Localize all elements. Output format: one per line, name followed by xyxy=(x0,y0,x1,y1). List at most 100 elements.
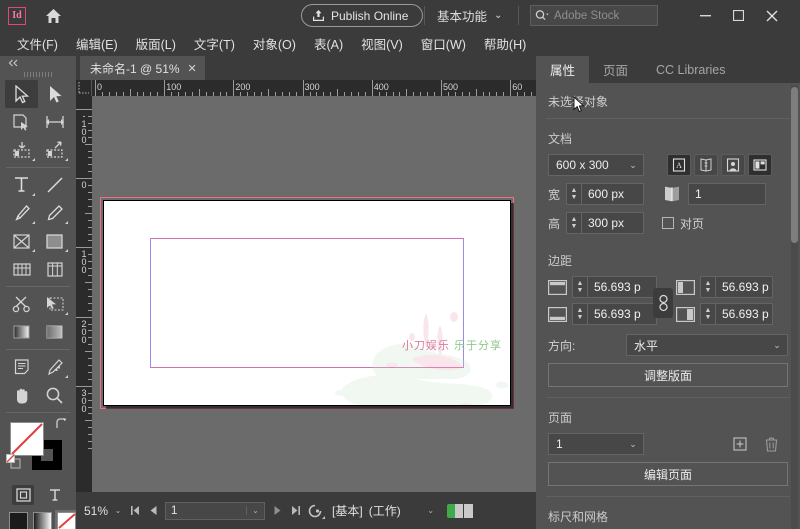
menu-layout[interactable]: 版面(L) xyxy=(127,31,185,56)
document-preset-dropdown[interactable]: 600 x 300 ⌄ xyxy=(548,154,644,176)
height-input[interactable]: 300 px xyxy=(581,212,644,234)
edit-pages-button[interactable]: 编辑页面 xyxy=(548,462,788,486)
width-stepper[interactable]: ▲▼ xyxy=(566,183,581,205)
menu-edit[interactable]: 编辑(E) xyxy=(67,31,127,56)
next-page-icon[interactable] xyxy=(268,499,286,523)
fill-color-swatch[interactable] xyxy=(10,422,44,456)
page-number-field[interactable]: 1 ⌄ xyxy=(165,502,265,520)
margin-right-stepper[interactable]: ▲▼ xyxy=(700,303,715,325)
height-stepper[interactable]: ▲▼ xyxy=(566,212,581,234)
preflight-icon[interactable] xyxy=(304,499,326,523)
width-input[interactable]: 600 px xyxy=(581,183,644,205)
apply-gradient-swatch[interactable] xyxy=(33,512,52,529)
document-tab[interactable]: 未命名-1 @ 51% ✕ xyxy=(80,56,205,80)
format-affects-text-button[interactable] xyxy=(44,485,66,505)
document-state-label[interactable]: (工作) xyxy=(369,502,401,519)
content-collector-tool[interactable] xyxy=(5,136,38,164)
add-page-icon[interactable] xyxy=(733,437,747,451)
publish-online-button[interactable]: Publish Online xyxy=(301,4,423,27)
line-tool[interactable] xyxy=(38,171,71,199)
ruler-major-tick xyxy=(76,178,92,179)
apply-none-swatch[interactable] xyxy=(57,512,76,529)
margin-bottom-stepper[interactable]: ▲▼ xyxy=(572,303,587,325)
vertical-ruler[interactable]: -1000100200300 xyxy=(76,96,92,492)
note-tool[interactable] xyxy=(5,353,38,381)
margin-top-stepper[interactable]: ▲▼ xyxy=(572,276,587,298)
trash-icon[interactable] xyxy=(765,437,778,452)
page-orientation-portrait-icon[interactable]: A xyxy=(667,154,691,176)
margin-right-input[interactable]: 56.693 p xyxy=(715,303,773,325)
collapse-panel-icon[interactable] xyxy=(0,56,76,69)
format-affects-container-button[interactable] xyxy=(12,485,34,505)
margin-left-input[interactable]: 56.693 p xyxy=(715,276,773,298)
tool-flyout-indicator xyxy=(65,221,68,224)
table-tool[interactable] xyxy=(38,255,71,283)
margin-bottom-input[interactable]: 56.693 p xyxy=(587,303,657,325)
preflight-profile-label[interactable]: [基本] xyxy=(332,502,363,519)
menu-table[interactable]: 表(A) xyxy=(305,31,352,56)
page-layout-icon[interactable] xyxy=(748,154,772,176)
eyedropper-tool[interactable] xyxy=(38,353,71,381)
adobe-stock-search[interactable]: Adobe Stock xyxy=(530,5,658,26)
gradient-feather-tool[interactable] xyxy=(38,318,71,346)
state-chevron-icon[interactable]: ⌄ xyxy=(423,499,439,523)
page-tool[interactable] xyxy=(5,108,38,136)
adjust-layout-button[interactable]: 调整版面 xyxy=(548,363,788,387)
selection-tool[interactable] xyxy=(5,80,38,108)
free-transform-tool[interactable] xyxy=(5,255,38,283)
content-placer-tool[interactable] xyxy=(38,136,71,164)
menu-type[interactable]: 文字(T) xyxy=(185,31,244,56)
zoom-dropdown-chevron-icon[interactable]: ⌄ xyxy=(110,499,126,523)
horizontal-ruler[interactable]: 010020030040050060 xyxy=(76,80,536,96)
direction-dropdown[interactable]: 水平 ⌄ xyxy=(626,334,788,356)
minimize-button[interactable] xyxy=(690,0,721,31)
tab-properties[interactable]: 属性 xyxy=(536,56,589,83)
margin-left-stepper[interactable]: ▲▼ xyxy=(700,276,715,298)
zoom-tool[interactable] xyxy=(38,381,71,409)
last-page-icon[interactable] xyxy=(286,499,304,523)
page-number-value[interactable]: 1 xyxy=(166,505,246,517)
prev-page-icon[interactable] xyxy=(144,499,162,523)
maximize-button[interactable] xyxy=(723,0,754,31)
close-button[interactable] xyxy=(756,0,787,31)
document-page[interactable]: 小刀娱乐 乐于分享 xyxy=(103,200,511,406)
tab-pages[interactable]: 页面 xyxy=(589,56,642,83)
pen-tool[interactable] xyxy=(5,199,38,227)
transform-frame-tool[interactable] xyxy=(38,290,71,318)
page-orientation-landscape-icon[interactable] xyxy=(721,154,745,176)
direct-selection-tool[interactable] xyxy=(38,80,71,108)
first-page-icon[interactable] xyxy=(126,499,144,523)
home-icon[interactable] xyxy=(42,5,64,27)
document-canvas[interactable]: 小刀娱乐 乐于分享 xyxy=(92,96,536,492)
workspace-selector[interactable]: 基本功能 ⌄ xyxy=(437,6,502,25)
panel-grip[interactable] xyxy=(0,69,76,80)
zoom-level-value[interactable]: 51% xyxy=(84,504,108,518)
chain-link-icon[interactable] xyxy=(653,288,673,318)
gap-tool[interactable] xyxy=(38,108,71,136)
margin-top-input[interactable]: 56.693 p xyxy=(587,276,657,298)
menu-view[interactable]: 视图(V) xyxy=(352,31,412,56)
rectangle-tool[interactable] xyxy=(38,227,71,255)
menu-window[interactable]: 窗口(W) xyxy=(412,31,475,56)
apply-color-swatch[interactable] xyxy=(9,512,28,529)
search-input[interactable]: Adobe Stock xyxy=(554,10,619,22)
scissors-tool[interactable] xyxy=(5,290,38,318)
page-facing-pages-icon[interactable] xyxy=(694,154,718,176)
panel-scrollbar-thumb[interactable] xyxy=(791,87,798,243)
pencil-tool[interactable] xyxy=(38,199,71,227)
gradient-swatch-tool[interactable] xyxy=(5,318,38,346)
page-dropdown-chevron-icon[interactable]: ⌄ xyxy=(246,506,264,515)
menu-object[interactable]: 对象(O) xyxy=(244,31,305,56)
menu-help[interactable]: 帮助(H) xyxy=(475,31,535,56)
default-fill-stroke-icon[interactable] xyxy=(6,454,20,468)
menu-file[interactable]: 文件(F) xyxy=(8,31,67,56)
swap-fill-stroke-icon[interactable] xyxy=(55,418,67,430)
facing-pages-checkbox[interactable] xyxy=(662,217,674,229)
page-selector-dropdown[interactable]: 1 ⌄ xyxy=(548,433,644,455)
close-icon[interactable]: ✕ xyxy=(188,62,197,75)
pages-count-input[interactable]: 1 xyxy=(688,183,766,205)
frame-tool[interactable] xyxy=(5,227,38,255)
type-tool[interactable] xyxy=(5,171,38,199)
hand-tool[interactable] xyxy=(5,381,38,409)
tab-cc-libraries[interactable]: CC Libraries xyxy=(642,56,739,83)
